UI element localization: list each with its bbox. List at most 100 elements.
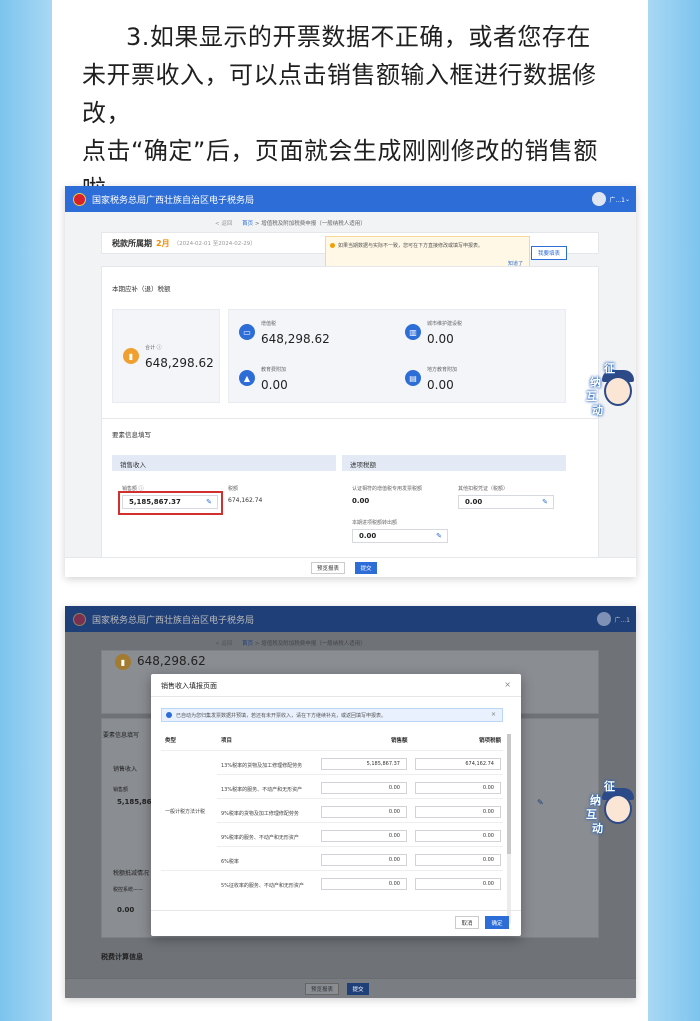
warning-icon [330, 243, 335, 248]
item-label: 5%征收率的服务、不动产和无形资产 [221, 883, 304, 889]
app-title: 国家税务总局广西壮族自治区电子税务局 [92, 195, 255, 206]
breadcrumb-home[interactable]: 首页 [242, 221, 253, 227]
row-divider [217, 846, 503, 847]
edit-icon: ✎ [436, 532, 442, 540]
column-header-item: 项目 [221, 738, 233, 744]
edit-icon: ✎ [542, 498, 548, 506]
other-input[interactable]: 0.00 ✎ [458, 495, 554, 509]
close-icon[interactable]: × [504, 680, 511, 689]
breadcrumb-home[interactable]: 首页 [242, 641, 253, 647]
column-header-sales: 销售额 [391, 738, 408, 744]
cert-value: 0.00 [352, 497, 370, 505]
section-title: 要素信息填写 [112, 431, 151, 439]
highlight-box [118, 491, 223, 515]
dim-sales-label: 销售额 [113, 787, 129, 793]
instruction-text: 3.如果显示的开票数据不正确，或者您存在 未开票收入，可以点击销售额输入框进行数… [82, 18, 627, 208]
tax-input[interactable]: 0.00 [415, 854, 501, 866]
right-border-stripe [648, 0, 700, 1021]
total-box: ▮ 合计 ⓘ 648,298.62 [112, 309, 220, 403]
cert-label: 认证相符的增值税专用发票税额 [352, 486, 423, 492]
row-divider [217, 798, 503, 799]
vat-label: 增值税 [261, 321, 277, 327]
item-label: 13%税率的货物及加工修理修配劳务 [221, 763, 303, 769]
total-label: 合计 ⓘ [145, 345, 162, 351]
chevron-down-icon: ⌄ [624, 195, 630, 203]
mascot-char: 动 [592, 822, 603, 835]
transfer-value: 0.00 [359, 532, 377, 540]
tax-input[interactable]: 674,162.74 [415, 758, 501, 770]
sales-input[interactable]: 0.00 [321, 782, 407, 794]
row-divider [217, 774, 503, 775]
transfer-input[interactable]: 0.00 ✎ [352, 529, 448, 543]
modal-divider [151, 696, 521, 697]
preview-button[interactable]: 预览报表 [311, 562, 345, 574]
user-menu[interactable]: 广...1 ⌄ [592, 192, 630, 206]
dim-deduct-value: 0.00 [117, 906, 135, 914]
tax-value: 674,162.74 [228, 497, 263, 504]
edu-label: 教育费附加 [261, 367, 287, 373]
tax-items-box: ▭ 增值税 648,298.62 ▥ 城市维护建设税 0.00 ▲ 教育费附加 … [228, 309, 566, 403]
dim-calc-title: 税费计算信息 [101, 953, 143, 961]
row-divider [161, 870, 503, 871]
dim-deduct-header: 税额抵减情况 [113, 870, 150, 877]
submit-button[interactable]: 提交 [355, 562, 377, 574]
instruction-line: 3.如果显示的开票数据不正确，或者您存在 [126, 23, 591, 51]
sales-input[interactable]: 5,185,867.37 [321, 758, 407, 770]
breadcrumb: < 返回 首页 > 增值税及附加税费申报（一般纳税人适用） [215, 639, 366, 647]
city-tax-label: 城市维护建设税 [427, 321, 463, 327]
user-menu[interactable]: 广...1 [597, 612, 630, 626]
user-name: 广...1 [609, 196, 625, 204]
item-label: 9%税率的货物及加工修理修配劳务 [221, 811, 299, 817]
book-icon: ▤ [405, 370, 421, 386]
section-title: 本期应补（退）税额 [112, 285, 171, 293]
mascot-face [604, 794, 632, 824]
sales-input[interactable]: 0.00 [321, 854, 407, 866]
tax-input[interactable]: 0.00 [415, 830, 501, 842]
other-value: 0.00 [465, 498, 483, 506]
dim-sales-header: 销售收入 [113, 766, 138, 773]
footer-bar: 预览报表 提交 [65, 978, 636, 998]
breadcrumb-current: 增值税及附加税费申报（一般纳税人适用） [261, 221, 366, 227]
modal-scrollbar[interactable] [507, 734, 511, 924]
app-header: 国家税务总局广西壮族自治区电子税务局 广...1 ⌄ [65, 186, 636, 212]
mascot-badge: 征 纳 互 动 [586, 362, 636, 417]
sales-input[interactable]: 0.00 [321, 878, 407, 890]
avatar [592, 192, 607, 206]
breadcrumb-separator: > [254, 641, 260, 647]
chart-icon: ▮ [115, 654, 131, 670]
back-link[interactable]: < 返回 [215, 641, 232, 647]
total-value: 648,298.62 [145, 356, 214, 370]
confirm-button[interactable]: 确定 [485, 916, 509, 929]
transfer-label: 本期进项税额转出额 [352, 520, 398, 526]
tax-input[interactable]: 0.00 [415, 806, 501, 818]
info-fill-card: 要素信息填写 销售收入 销售额 ⓘ 5,185,867.37 ✎ 税额 674,… [101, 418, 599, 558]
close-icon[interactable]: × [491, 711, 496, 718]
period-label: 税款所属期 [112, 238, 152, 248]
other-label: 其他扣税凭证（税额） [458, 486, 509, 492]
item-label: 6%税率 [221, 859, 239, 865]
user-name: 广...1 [614, 616, 630, 624]
tax-input[interactable]: 0.00 [415, 878, 501, 890]
period-month: 2月 [156, 238, 170, 248]
sales-input[interactable]: 0.00 [321, 830, 407, 842]
preview-button[interactable]: 预览报表 [305, 983, 339, 995]
modal-title: 销售收入填报页面 [161, 682, 217, 690]
vat-icon: ▭ [239, 324, 255, 340]
footer-bar: 预览报表 提交 [65, 557, 636, 577]
breadcrumb-separator: > [254, 221, 260, 227]
notice-text: 如果当期数据与实际不一致，您可在下方直接修改或填写申报表。 [338, 243, 484, 249]
scrollbar-thumb[interactable] [507, 734, 511, 854]
column-header-tax: 销项税额 [479, 738, 502, 744]
app-title: 国家税务总局广西壮族自治区电子税务局 [92, 615, 255, 626]
tax-input[interactable]: 0.00 [415, 782, 501, 794]
mascot-char: 征 [604, 362, 615, 375]
fill-form-button[interactable]: 我要填表 [531, 246, 567, 260]
submit-button[interactable]: 提交 [347, 983, 369, 995]
back-link[interactable]: < 返回 [215, 221, 232, 227]
info-banner: 已自动为您归集发票数据并预填，若还有未开票收入，请在下方继续补充，或返回填写申报… [161, 708, 503, 722]
row-divider [217, 822, 503, 823]
tax-label: 税额 [228, 486, 239, 492]
cancel-button[interactable]: 取消 [455, 916, 479, 929]
sales-income-modal: 销售收入填报页面 × 已自动为您归集发票数据并预填，若还有未开票收入，请在下方继… [151, 674, 521, 936]
sales-input[interactable]: 0.00 [321, 806, 407, 818]
